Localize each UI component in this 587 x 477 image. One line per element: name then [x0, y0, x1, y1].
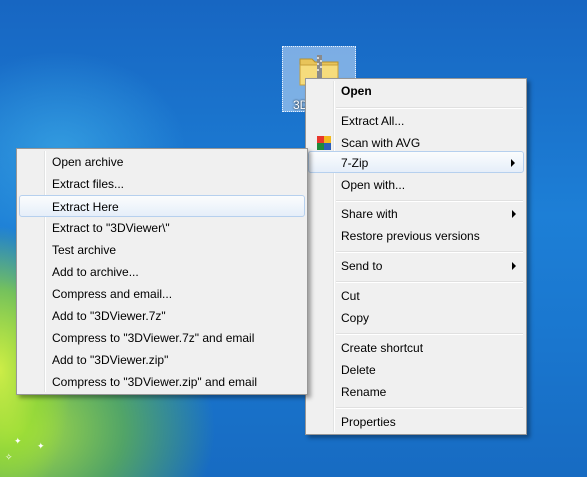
avg-icon	[317, 136, 331, 150]
menu-item-label: Compress to "3DViewer.zip" and email	[52, 375, 258, 389]
seven-zip-submenu: Open archive Extract files... Extract He…	[16, 148, 308, 395]
menu-item-label: Add to "3DViewer.7z"	[52, 309, 166, 323]
menu-item-label: Compress to "3DViewer.7z" and email	[52, 331, 255, 345]
menu-item-label: Send to	[341, 259, 383, 273]
submenu-item-add-to-archive[interactable]: Add to archive...	[19, 261, 305, 283]
menu-item-label: Extract to "3DViewer\"	[52, 221, 170, 235]
menu-item-rename[interactable]: Rename	[308, 381, 524, 403]
menu-item-7zip[interactable]: 7-Zip	[308, 151, 524, 173]
chevron-right-icon	[512, 262, 516, 270]
menu-separator	[336, 333, 523, 335]
menu-item-label: Delete	[341, 363, 376, 377]
submenu-item-add-to-7z[interactable]: Add to "3DViewer.7z"	[19, 305, 305, 327]
menu-item-label: Copy	[341, 311, 370, 325]
submenu-item-compress-and-email[interactable]: Compress and email...	[19, 283, 305, 305]
menu-item-label: Rename	[341, 385, 387, 399]
menu-item-label: Open	[341, 84, 372, 98]
sparkle-icon: ✧	[5, 452, 13, 462]
menu-item-restore-previous-versions[interactable]: Restore previous versions	[308, 225, 524, 247]
submenu-item-open-archive[interactable]: Open archive	[19, 151, 305, 173]
menu-item-open[interactable]: Open	[308, 80, 524, 102]
menu-item-label: 7-Zip	[341, 156, 369, 170]
context-menu: Open Extract All... Scan with AVG 7-Zip …	[305, 78, 527, 435]
chevron-right-icon	[511, 159, 515, 167]
menu-item-label: Open with...	[341, 178, 406, 192]
menu-item-label: Test archive	[52, 243, 117, 257]
submenu-item-add-to-zip[interactable]: Add to "3DViewer.zip"	[19, 349, 305, 371]
sparkle-icon: ✦	[37, 441, 45, 451]
submenu-item-extract-files[interactable]: Extract files...	[19, 173, 305, 195]
submenu-item-extract-to-folder[interactable]: Extract to "3DViewer\"	[19, 217, 305, 239]
sparkle-icon: ✦	[14, 436, 22, 446]
menu-item-label: Create shortcut	[341, 341, 424, 355]
menu-separator	[336, 407, 523, 409]
menu-item-extract-all[interactable]: Extract All...	[308, 110, 524, 132]
menu-item-create-shortcut[interactable]: Create shortcut	[308, 337, 524, 359]
menu-item-cut[interactable]: Cut	[308, 285, 524, 307]
submenu-item-extract-here[interactable]: Extract Here	[19, 195, 305, 217]
menu-item-share-with[interactable]: Share with	[308, 203, 524, 225]
menu-item-label: Extract files...	[52, 177, 125, 191]
submenu-item-test-archive[interactable]: Test archive	[19, 239, 305, 261]
submenu-item-compress-zip-email[interactable]: Compress to "3DViewer.zip" and email	[19, 371, 305, 393]
menu-item-label: Compress and email...	[52, 287, 173, 301]
menu-item-open-with[interactable]: Open with...	[308, 174, 524, 196]
menu-item-label: Properties	[341, 415, 396, 429]
chevron-right-icon	[512, 210, 516, 218]
submenu-item-compress-7z-email[interactable]: Compress to "3DViewer.7z" and email	[19, 327, 305, 349]
menu-separator	[336, 251, 523, 253]
menu-item-copy[interactable]: Copy	[308, 307, 524, 329]
menu-separator	[336, 200, 523, 202]
menu-item-label: Restore previous versions	[341, 229, 480, 243]
menu-item-label: Add to "3DViewer.zip"	[52, 353, 169, 367]
menu-item-send-to[interactable]: Send to	[308, 255, 524, 277]
menu-item-label: Share with	[341, 207, 398, 221]
menu-item-label: Extract All...	[341, 114, 405, 128]
menu-item-label: Add to archive...	[52, 265, 139, 279]
menu-item-label: Cut	[341, 289, 360, 303]
menu-item-delete[interactable]: Delete	[308, 359, 524, 381]
menu-item-label: Open archive	[52, 155, 124, 169]
menu-separator	[336, 107, 523, 109]
menu-item-properties[interactable]: Properties	[308, 411, 524, 433]
menu-item-label: Extract Here	[52, 200, 119, 214]
menu-separator	[336, 281, 523, 283]
